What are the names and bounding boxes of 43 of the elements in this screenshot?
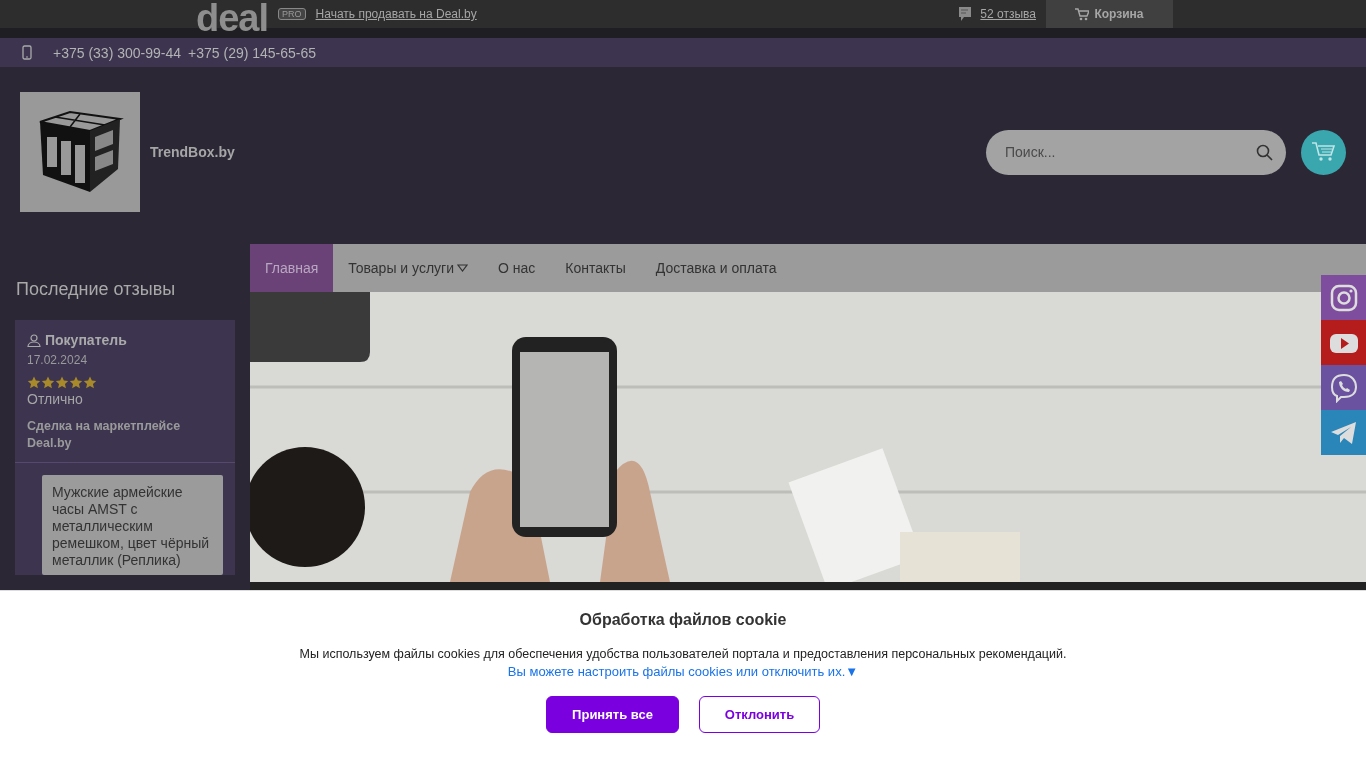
decline-button[interactable]: Отклонить xyxy=(699,696,820,733)
product-card[interactable]: Мужские армейские часы AMST с металлическим ремешком, цвет чёрный металлик (Реплика) xyxy=(42,475,223,575)
instagram-icon xyxy=(1328,282,1359,313)
nav-tab[interactable]: Контакты xyxy=(550,244,641,292)
review-author: Покупатель xyxy=(45,332,127,348)
phone-number: +375 (29) 145-65-65 xyxy=(188,44,317,61)
cookie-settings-link[interactable]: Вы можете настроить файлы cookies или отключить их.▼ xyxy=(507,664,859,679)
user-icon xyxy=(27,333,41,347)
nav-tab[interactable]: Доставка и оплата xyxy=(640,244,792,292)
phone-icon xyxy=(22,45,32,60)
cart-button[interactable] xyxy=(1301,129,1346,175)
star-icon xyxy=(41,376,55,389)
sidebar-title: Последние отзывы xyxy=(16,279,177,301)
social-link[interactable] xyxy=(1321,365,1366,410)
cart-icon xyxy=(1075,7,1090,21)
search-icon[interactable] xyxy=(1256,143,1273,161)
nav-tab[interactable]: О нас xyxy=(483,244,551,292)
banner-text: Мы используем файлы cookies для обеспечения удобства пользователей портала и предоставления персональных рекомендаций. xyxy=(299,647,1067,661)
social-link[interactable] xyxy=(1321,410,1366,455)
star-icon xyxy=(83,376,97,389)
star-icon xyxy=(55,376,69,389)
pro-badge: PRO xyxy=(278,8,306,20)
cart-icon xyxy=(1311,141,1336,163)
shop-name[interactable]: TrendBox.by xyxy=(150,144,235,160)
nav-tab[interactable]: Главная xyxy=(250,244,334,292)
search-field[interactable]: Поиск... xyxy=(986,129,1286,175)
deal-logo[interactable]: deal xyxy=(196,0,269,36)
star-icon xyxy=(69,376,83,389)
video-link[interactable] xyxy=(1321,320,1366,365)
sell-link[interactable]: Начать продавать на Deal.by xyxy=(315,7,477,21)
phone-number: +375 (33) 300-99-44 xyxy=(53,44,182,61)
chat-icon xyxy=(958,6,973,22)
review-source: Сделка на маркетплейсе Deal.by xyxy=(27,418,182,452)
reviews-link[interactable]: 52 отзыва xyxy=(980,7,1036,21)
phone-bubble-icon xyxy=(1328,372,1359,403)
accept-button[interactable]: Принять все xyxy=(546,696,679,733)
review-date: 17.02.2024 xyxy=(27,353,89,367)
banner-title: Обработка файлов cookie xyxy=(579,611,787,629)
cart-button[interactable]: Корзина xyxy=(1046,0,1173,28)
review-text: Отлично xyxy=(27,391,84,407)
social-link[interactable] xyxy=(1321,275,1366,320)
nav-tab[interactable]: Товары и услуги xyxy=(333,244,483,292)
star-icon xyxy=(27,376,41,389)
